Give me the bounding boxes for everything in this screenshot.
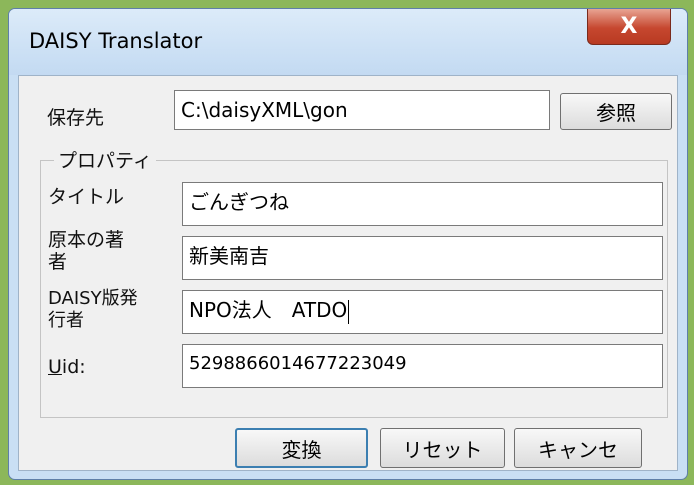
text-cursor	[348, 299, 350, 324]
publisher-label-line2: 行者	[48, 310, 84, 331]
close-icon: X	[620, 14, 638, 39]
dialog-body: 保存先 C:\daisyXML\gon 参照 プロパティ タイトル ごんぎつね …	[18, 75, 678, 471]
dialog-window: DAISY Translator X 保存先 C:\daisyXML\gon 参…	[8, 8, 688, 480]
author-label-line1: 原本の著	[48, 229, 125, 251]
save-location-field[interactable]: C:\daisyXML\gon	[174, 90, 550, 130]
publisher-field[interactable]: NPO法人 ATDO	[182, 290, 663, 334]
properties-group-title: プロパティ	[54, 146, 156, 173]
uid-label-mnemonic: U	[48, 356, 62, 378]
uid-field[interactable]: 5298866014677223049	[182, 344, 663, 388]
publisher-label-line1: DAISY版発	[48, 288, 138, 309]
save-location-label: 保存先	[47, 107, 105, 129]
author-field[interactable]: 新美南吉	[182, 236, 663, 280]
title-bar[interactable]: DAISY Translator X	[9, 9, 687, 75]
window-title: DAISY Translator	[29, 29, 203, 53]
publisher-label: DAISY版発 行者	[48, 288, 138, 332]
convert-button[interactable]: 変換	[235, 428, 368, 468]
cancel-button[interactable]: キャンセ	[514, 428, 642, 468]
close-button[interactable]: X	[587, 9, 671, 45]
title-label: タイトル	[48, 186, 125, 208]
author-label-line2: 者	[48, 251, 68, 273]
publisher-value: NPO法人 ATDO	[189, 298, 348, 322]
uid-label: Uid:	[48, 356, 86, 378]
title-field[interactable]: ごんぎつね	[182, 182, 663, 226]
uid-label-rest: id:	[61, 356, 86, 378]
author-label: 原本の著 者	[48, 229, 124, 273]
reset-button[interactable]: リセット	[380, 428, 505, 468]
browse-button[interactable]: 参照	[560, 93, 672, 130]
